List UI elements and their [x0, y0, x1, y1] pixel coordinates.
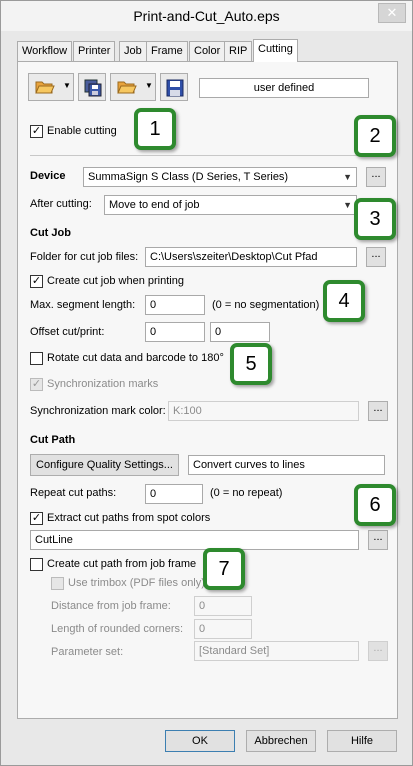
extract-spot-checkbox[interactable]: ✓: [30, 512, 43, 525]
tab-color[interactable]: Color: [189, 41, 226, 61]
save-icon: [166, 79, 184, 100]
folder-label: Folder for cut job files:: [30, 251, 139, 263]
dialog-window: Print-and-Cut_Auto.eps ✕ Workflow Printe…: [0, 0, 413, 766]
enable-cutting-checkbox[interactable]: ✓: [30, 125, 43, 138]
cut-job-heading: Cut Job: [30, 227, 71, 239]
max-segment-field[interactable]: 0: [145, 295, 205, 315]
folder-browse-button[interactable]: ...: [366, 247, 386, 267]
callout-badge-7: 7: [203, 548, 245, 590]
chevron-down-icon: ▼: [343, 172, 352, 182]
create-cut-job-label: Create cut job when printing: [47, 275, 184, 287]
sync-color-field[interactable]: K:100: [168, 401, 359, 421]
callout-badge-6: 6: [354, 484, 396, 526]
device-browse-button[interactable]: ...: [366, 167, 386, 187]
tab-workflow[interactable]: Workflow: [17, 41, 73, 61]
rotate-label: Rotate cut data and barcode to 180°: [47, 352, 224, 364]
enable-cutting-label: Enable cutting: [47, 125, 117, 137]
param-set-field[interactable]: [Standard Set]: [194, 641, 359, 661]
offset-x-field[interactable]: 0: [145, 322, 205, 342]
help-button[interactable]: Hilfe: [327, 730, 397, 752]
tab-job[interactable]: Job: [119, 41, 147, 61]
callout-badge-1: 1: [134, 108, 176, 150]
device-select[interactable]: SummaSign S Class (D Series, T Series) ▼: [83, 167, 357, 187]
sync-color-browse-button[interactable]: ...: [368, 401, 388, 421]
load-preset-button[interactable]: ▼: [110, 73, 156, 101]
cut-path-heading: Cut Path: [30, 434, 76, 446]
preset-name-field[interactable]: user defined: [199, 78, 369, 98]
tab-printer[interactable]: Printer: [73, 41, 116, 61]
cutting-panel: ▼ ▼ user defined ✓ Enable cutting Device…: [17, 61, 398, 719]
sync-marks-checkbox[interactable]: ✓: [30, 378, 43, 391]
callout-badge-4: 4: [323, 280, 365, 322]
tab-frame[interactable]: Frame: [146, 41, 188, 61]
save-button[interactable]: [160, 73, 188, 101]
open-preset-button[interactable]: ▼: [28, 73, 74, 101]
distance-label: Distance from job frame:: [51, 600, 171, 612]
close-button[interactable]: ✕: [378, 3, 406, 23]
extract-spot-label: Extract cut paths from spot colors: [47, 512, 211, 524]
max-segment-label: Max. segment length:: [30, 299, 136, 311]
save-all-button[interactable]: [78, 73, 106, 101]
after-cutting-value: Move to end of job: [109, 199, 200, 211]
window-title: Print-and-Cut_Auto.eps: [133, 8, 280, 24]
device-label: Device: [30, 170, 66, 182]
chevron-down-icon: ▼: [63, 81, 71, 90]
folder-icon: [117, 79, 137, 98]
callout-badge-2: 2: [354, 115, 396, 157]
job-frame-label: Create cut path from job frame: [47, 558, 197, 570]
max-segment-hint: (0 = no segmentation): [212, 299, 320, 311]
repeat-label: Repeat cut paths:: [30, 487, 117, 499]
convert-curves-field[interactable]: Convert curves to lines: [188, 455, 385, 475]
callout-badge-5: 5: [230, 343, 272, 385]
repeat-field[interactable]: 0: [145, 484, 203, 504]
folder-field[interactable]: C:\Users\szeiter\Desktop\Cut Pfad: [145, 247, 357, 267]
tab-rip[interactable]: RIP: [224, 41, 253, 61]
job-frame-checkbox[interactable]: [30, 558, 43, 571]
tab-cutting[interactable]: Cutting: [253, 39, 298, 62]
after-cutting-select[interactable]: Move to end of job ▼: [104, 195, 357, 215]
create-cut-job-checkbox[interactable]: ✓: [30, 275, 43, 288]
cancel-button[interactable]: Abbrechen: [246, 730, 316, 752]
multi-save-icon: [84, 79, 102, 100]
configure-quality-button[interactable]: Configure Quality Settings...: [30, 454, 179, 476]
folder-open-icon: [35, 79, 55, 98]
repeat-hint: (0 = no repeat): [210, 487, 283, 499]
device-value: SummaSign S Class (D Series, T Series): [88, 171, 289, 183]
offset-label: Offset cut/print:: [30, 326, 105, 338]
trimbox-checkbox[interactable]: [51, 577, 64, 590]
sync-marks-label: Synchronization marks: [47, 378, 159, 390]
chevron-down-icon: ▼: [145, 81, 153, 90]
after-cutting-label: After cutting:: [30, 198, 92, 210]
param-set-browse-button[interactable]: ...: [368, 641, 388, 661]
trimbox-label: Use trimbox (PDF files only): [68, 577, 205, 589]
divider: [30, 155, 386, 156]
ok-button[interactable]: OK: [165, 730, 235, 752]
spot-color-field[interactable]: CutLine: [30, 530, 359, 550]
rotate-checkbox[interactable]: [30, 352, 43, 365]
distance-field[interactable]: 0: [194, 596, 252, 616]
param-set-label: Parameter set:: [51, 646, 124, 658]
callout-badge-3: 3: [354, 198, 396, 240]
spot-color-browse-button[interactable]: ...: [368, 530, 388, 550]
chevron-down-icon: ▼: [343, 200, 352, 210]
title-bar: Print-and-Cut_Auto.eps ✕: [1, 1, 412, 31]
sync-color-label: Synchronization mark color:: [30, 405, 166, 417]
offset-y-field[interactable]: 0: [210, 322, 270, 342]
rounded-label: Length of rounded corners:: [51, 623, 184, 635]
rounded-field[interactable]: 0: [194, 619, 252, 639]
